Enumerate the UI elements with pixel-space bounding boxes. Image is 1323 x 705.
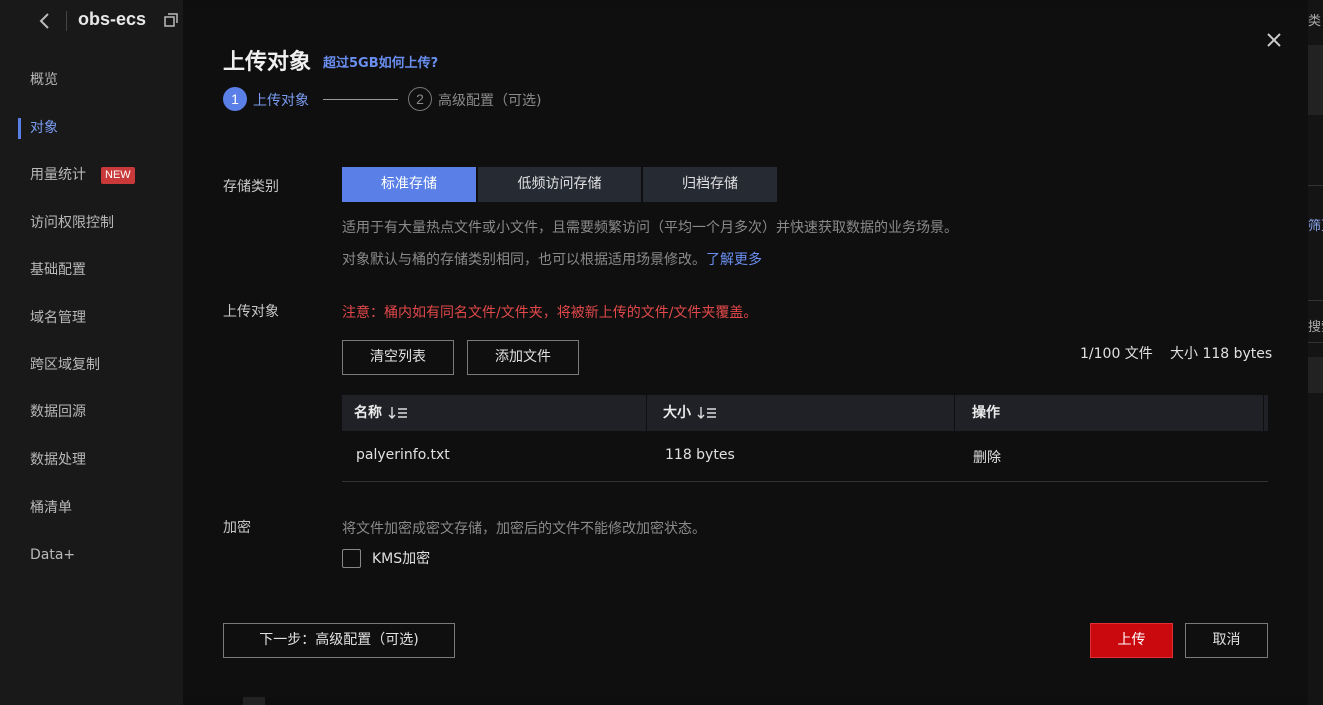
bucket-name: obs-ecs	[78, 9, 147, 29]
sidebar-item-data-plus[interactable]: Data+	[30, 545, 75, 565]
storage-class-label: 存储类别	[223, 179, 279, 195]
sidebar-item-domain[interactable]: 域名管理	[30, 308, 86, 328]
encryption-description: 将文件加密成密文存储，加密后的文件不能修改加密状态。	[342, 521, 706, 537]
column-divider	[646, 395, 647, 431]
delete-link[interactable]: 删除	[973, 447, 1001, 467]
kms-encryption-label[interactable]: KMS加密	[372, 548, 430, 568]
chevron-left-icon[interactable]	[37, 11, 53, 31]
column-size-label: 大小	[663, 405, 691, 421]
kms-encryption-checkbox[interactable]	[342, 549, 361, 568]
column-size[interactable]: 大小	[663, 395, 717, 431]
file-table-header: 名称 大小 操作	[342, 395, 1268, 431]
sidebar-item-overview[interactable]: 概览	[30, 70, 58, 90]
upload-button[interactable]: 上传	[1090, 623, 1173, 658]
sidebar-item-data-processing[interactable]: 数据处理	[30, 450, 86, 470]
column-name[interactable]: 名称	[354, 395, 408, 431]
new-badge: NEW	[101, 167, 135, 184]
sidebar-header: obs-ecs	[0, 0, 183, 42]
help-link[interactable]: 超过5GB如何上传?	[323, 52, 438, 71]
next-step-button[interactable]: 下一步：高级配置（可选)	[223, 623, 455, 658]
step-1-label: 上传对象	[253, 93, 309, 109]
add-file-button[interactable]: 添加文件	[467, 340, 579, 375]
sidebar-item-inventory[interactable]: 桶清单	[30, 498, 72, 518]
close-icon[interactable]	[1265, 31, 1283, 49]
background-divider	[1308, 185, 1323, 186]
clear-list-button[interactable]: 清空列表	[342, 340, 454, 375]
header-divider	[66, 11, 67, 31]
sidebar-item-back-to-source[interactable]: 数据回源	[30, 402, 86, 422]
storage-note: 对象默认与桶的存储类别相同，也可以根据适用场景修改。了解更多	[342, 249, 762, 269]
background-table-head	[1308, 357, 1323, 393]
total-size: 大小 118 bytes	[1170, 346, 1273, 362]
learn-more-link[interactable]: 了解更多	[706, 252, 762, 268]
copy-icon[interactable]	[163, 12, 179, 28]
step-2-label: 高级配置（可选)	[438, 93, 542, 109]
sidebar: obs-ecs 概览 对象 用量统计 NEW 访问权限控制 基础配置 域名管理 …	[0, 0, 183, 705]
storage-note-text: 对象默认与桶的存储类别相同，也可以根据适用场景修改。	[342, 252, 706, 268]
background-link[interactable]: 筛更	[1308, 215, 1323, 234]
sidebar-item-cross-region[interactable]: 跨区域复制	[30, 355, 100, 375]
sidebar-active-indicator	[18, 118, 21, 139]
step-1-indicator: 1	[223, 87, 247, 111]
file-count: 1/100 文件	[1080, 346, 1153, 362]
background-divider	[1308, 342, 1323, 343]
storage-description: 适用于有大量热点文件或小文件，且需要频繁访问（平均一个月多次）并快速获取数据的业…	[342, 220, 958, 236]
file-size-cell: 118 bytes	[665, 447, 735, 463]
storage-option-standard[interactable]: 标准存储	[342, 167, 476, 202]
step-2-indicator: 2	[408, 87, 432, 111]
sidebar-item-usage[interactable]: 用量统计	[30, 165, 86, 185]
storage-option-archive[interactable]: 归档存储	[643, 167, 777, 202]
column-divider	[1263, 395, 1264, 431]
background-text: 搜索	[1308, 320, 1323, 335]
sidebar-item-objects[interactable]: 对象	[30, 118, 58, 138]
encryption-label: 加密	[223, 520, 251, 536]
sidebar-item-access-control[interactable]: 访问权限控制	[30, 213, 114, 233]
background-scrollbar[interactable]	[243, 697, 265, 705]
column-action: 操作	[972, 405, 1000, 421]
storage-option-infrequent[interactable]: 低频访问存储	[478, 167, 641, 202]
upload-object-label: 上传对象	[223, 304, 279, 320]
sort-icon[interactable]	[697, 406, 717, 420]
column-divider	[954, 395, 955, 431]
column-name-label: 名称	[354, 405, 382, 421]
upload-dialog: 上传对象 超过5GB如何上传? 1 上传对象 2 高级配置（可选) 存储类别 标…	[183, 9, 1308, 697]
dialog-title: 上传对象	[223, 50, 312, 75]
cancel-button[interactable]: 取消	[1185, 623, 1268, 658]
background-block	[1308, 45, 1323, 115]
background-divider	[1308, 300, 1323, 301]
step-connector	[323, 99, 398, 100]
sort-icon[interactable]	[388, 406, 408, 420]
background-text: 类	[1308, 14, 1322, 29]
file-name-cell: palyerinfo.txt	[356, 447, 450, 463]
overwrite-warning: 注意：桶内如有同名文件/文件夹，将被新上传的文件/文件夹覆盖。	[342, 305, 758, 321]
table-row-divider	[342, 481, 1268, 482]
sidebar-item-basic-config[interactable]: 基础配置	[30, 260, 86, 280]
